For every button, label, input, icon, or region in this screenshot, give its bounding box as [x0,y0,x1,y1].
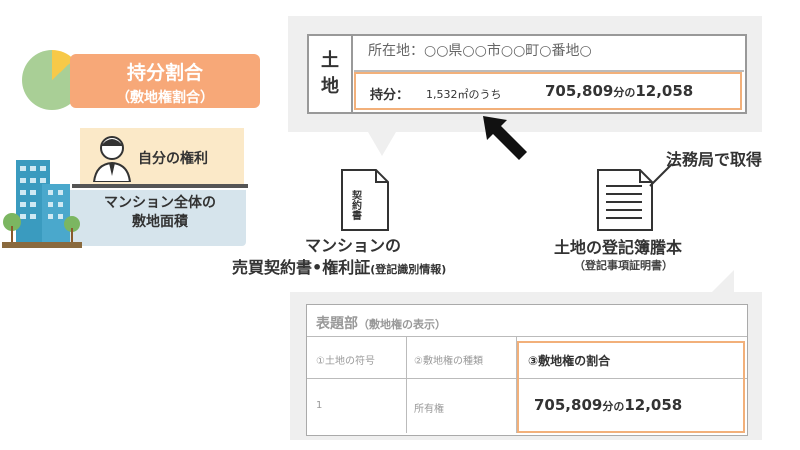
divider [72,184,248,188]
registry-caption-1: 土地の登記簿謄本 [554,238,683,257]
location-text: 所在地：○○県○○市○○町○番地○ [368,43,592,59]
title-badge: 持分割合 （敷地権割合） [70,54,260,108]
section-title: 表題部（敷地権の表示） [316,313,446,333]
land-header: 土 地 [309,36,353,112]
ratio-of: 分の [602,400,625,413]
share-of: 分の [613,86,636,99]
speech-tail [368,132,396,156]
contract-document-icon: 契約書 [341,169,389,231]
site-area-line2: 敷地面積 [132,214,188,230]
share-value: 705,809分の12,058 [545,82,693,100]
contract-caption-2: 売買契約書•権利証(登記識別情報) [232,254,446,278]
land-head-line1: 土 [321,50,339,71]
title: 持分割合 [126,62,203,84]
contract-caption-2-small: (登記識別情報) [370,263,447,276]
share-area: 1,532㎡のうち [426,88,502,101]
share-label: 持分： [370,88,410,103]
col-header-1: ①土地の符号 [316,356,375,367]
ratio-numerator: 705,809 [534,396,603,414]
section-title-sub: （敷地権の表示） [358,318,446,331]
apartment-building-icon [2,160,82,248]
share-denominator: 12,058 [635,82,694,100]
col-header-3: ③敷地権の割合 [528,354,611,368]
speech-tail-2 [710,270,734,294]
cell-value-2: 所有権 [414,404,444,415]
pointer-arrow-icon [483,116,527,160]
col-header-2: ②敷地権の種類 [414,356,483,367]
land-head-line2: 地 [321,76,339,97]
obtain-note: 法務局で取得 [666,150,763,169]
table-rule-1 [307,336,747,337]
section-title-main: 表題部 [316,316,358,332]
cell-value-3: 705,809分の12,058 [534,396,682,414]
own-right-label: 自分の権利 [138,151,208,167]
registry-caption-2: （登記事項証明書） [574,259,673,272]
contract-caption-1: マンションの [305,236,402,255]
contract-icon-text: 契約書 [350,189,362,221]
cell-value-1: 1 [316,400,323,411]
site-area-label: マンション全体の 敷地面積 [80,194,240,232]
person-icon [92,136,132,182]
subtitle: （敷地権割合） [116,90,214,106]
share-numerator: 705,809 [545,82,614,100]
site-area-line1: マンション全体の [104,195,216,211]
contract-caption-2-main: 売買契約書•権利証 [232,258,371,277]
ratio-denominator: 12,058 [624,396,683,414]
table-vline-1 [406,337,407,433]
